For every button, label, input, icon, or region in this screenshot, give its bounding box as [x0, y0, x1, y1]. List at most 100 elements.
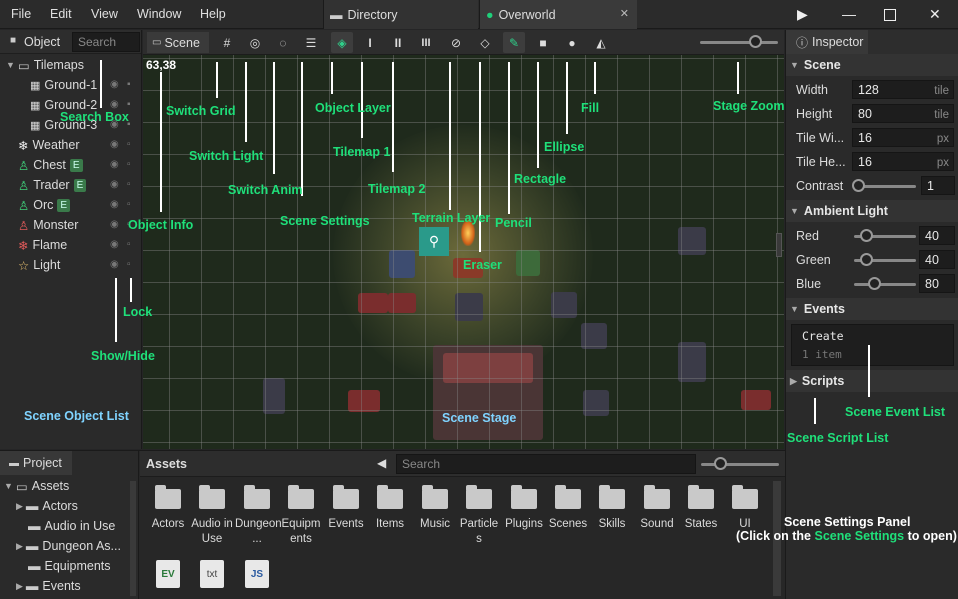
- tree-item-orc[interactable]: ♙ Orc E: [18, 195, 71, 215]
- asset-folder[interactable]: Equipm ents: [279, 485, 323, 547]
- eye-icon[interactable]: ◉: [110, 99, 119, 110]
- menu-file[interactable]: File: [11, 7, 31, 21]
- asset-folder[interactable]: UI: [723, 485, 767, 532]
- rectangle-button[interactable]: ■: [532, 32, 554, 53]
- height-field[interactable]: 80 tile: [852, 104, 954, 123]
- asset-folder[interactable]: Scenes: [546, 485, 590, 532]
- lock-icon[interactable]: ▫: [127, 179, 131, 190]
- section-scene[interactable]: ▼ Scene: [786, 54, 958, 76]
- section-ambient-light[interactable]: ▼ Ambient Light: [786, 200, 958, 222]
- script-file-icon[interactable]: JS: [245, 560, 269, 588]
- tile-width-field[interactable]: 16 px: [852, 128, 954, 147]
- lock-icon[interactable]: ▫: [127, 159, 131, 170]
- tab-scene[interactable]: ▭ Scene: [147, 32, 209, 53]
- section-events[interactable]: ▼ Events: [786, 298, 958, 320]
- search-input[interactable]: Search: [72, 32, 140, 52]
- window-close-icon[interactable]: ✕: [929, 6, 941, 23]
- menu-view[interactable]: View: [91, 7, 118, 21]
- scene-settings-button[interactable]: ☰: [300, 32, 322, 53]
- event-list[interactable]: Create 1 item: [791, 324, 954, 366]
- tree-item-tilemaps[interactable]: ▼ ▭ Tilemaps: [6, 55, 84, 75]
- tab-object[interactable]: Object: [24, 35, 60, 49]
- tree-item-light[interactable]: ☆ Light: [18, 255, 60, 275]
- minimize-icon[interactable]: —: [842, 6, 856, 22]
- switch-light-button[interactable]: ◎: [244, 32, 266, 53]
- tilemap-3-button[interactable]: III: [415, 32, 437, 53]
- asset-folder[interactable]: Sound: [635, 485, 679, 532]
- project-scrollbar[interactable]: [130, 481, 136, 596]
- asset-folder[interactable]: Audio in Use: [190, 485, 234, 547]
- ellipse-button[interactable]: ●: [561, 32, 583, 53]
- asset-folder[interactable]: Skills: [590, 485, 634, 532]
- section-scripts[interactable]: ▶ Scripts: [786, 370, 958, 392]
- eye-icon[interactable]: ◉: [110, 239, 119, 250]
- tree-item-chest[interactable]: ♙ Chest E: [18, 155, 83, 175]
- project-tree-assets[interactable]: ▼ ▭ Assets: [4, 476, 69, 496]
- asset-folder[interactable]: Music: [413, 485, 457, 532]
- asset-folder[interactable]: Dungeon ...: [235, 485, 282, 547]
- eye-icon[interactable]: ◉: [110, 139, 119, 150]
- lock-icon[interactable]: ▪: [127, 99, 131, 110]
- green-knob[interactable]: [860, 253, 873, 266]
- lock-icon[interactable]: ▫: [127, 259, 131, 270]
- map-pin-marker[interactable]: ⚲: [419, 227, 449, 256]
- blue-field[interactable]: 80: [919, 274, 955, 293]
- object-layer-button[interactable]: ◈: [331, 32, 353, 53]
- menu-edit[interactable]: Edit: [50, 7, 72, 21]
- event-item-create[interactable]: Create: [802, 329, 844, 343]
- tree-item-trader[interactable]: ♙ Trader E: [18, 175, 87, 195]
- text-file-icon[interactable]: txt: [200, 560, 224, 588]
- fill-button[interactable]: ◭: [590, 32, 612, 53]
- menu-help[interactable]: Help: [200, 7, 226, 21]
- lock-icon[interactable]: ▫: [127, 139, 131, 150]
- project-tree-dungeon[interactable]: ▶ ▬ Dungeon As...: [16, 536, 121, 556]
- eye-icon[interactable]: ◉: [110, 199, 119, 210]
- stage-zoom-knob[interactable]: [749, 35, 762, 48]
- menu-window[interactable]: Window: [137, 7, 181, 21]
- tab-directory[interactable]: ▬ Directory: [323, 0, 478, 29]
- project-tree-equipments[interactable]: ▬ Equipments: [28, 556, 111, 576]
- asset-folder[interactable]: States: [679, 485, 723, 532]
- blue-slider[interactable]: [854, 283, 916, 286]
- scroll-handle[interactable]: [776, 233, 782, 257]
- eye-icon[interactable]: ◉: [110, 159, 119, 170]
- asset-folder[interactable]: Items: [368, 485, 412, 532]
- asset-folder[interactable]: Plugins: [502, 485, 546, 532]
- maximize-icon[interactable]: [884, 9, 896, 21]
- tab-inspector[interactable]: ⓘ Inspector: [786, 30, 868, 54]
- tilemap-2-button[interactable]: II: [387, 32, 409, 53]
- pencil-button[interactable]: ✎: [503, 32, 525, 53]
- green-field[interactable]: 40: [919, 250, 955, 269]
- eye-icon[interactable]: ◉: [110, 79, 119, 90]
- asset-folder[interactable]: Actors: [146, 485, 190, 532]
- project-tree-actors[interactable]: ▶ ▬ Actors: [16, 496, 78, 516]
- asset-folder[interactable]: Particle s: [457, 485, 501, 547]
- switch-anim-button[interactable]: ◌: [272, 32, 294, 53]
- back-icon[interactable]: ◀: [377, 456, 386, 470]
- eye-icon[interactable]: ◉: [110, 259, 119, 270]
- tree-item-monster[interactable]: ♙ Monster: [18, 215, 78, 235]
- scene-stage[interactable]: ⚲ 63,38: [143, 55, 784, 449]
- tile-height-field[interactable]: 16 px: [852, 152, 954, 171]
- assets-search-input[interactable]: Search: [396, 454, 696, 474]
- stage-zoom-slider[interactable]: [700, 41, 778, 44]
- terrain-layer-button[interactable]: ⊘: [445, 32, 467, 53]
- width-field[interactable]: 128 tile: [852, 80, 954, 99]
- tab-project[interactable]: ▬ Project: [0, 451, 72, 475]
- asset-size-slider[interactable]: [701, 463, 779, 466]
- blue-knob[interactable]: [868, 277, 881, 290]
- red-field[interactable]: 40: [919, 226, 955, 245]
- tree-item-flame[interactable]: ❄ Flame: [18, 235, 67, 255]
- close-icon[interactable]: ✕: [620, 7, 629, 20]
- contrast-field[interactable]: 1: [921, 176, 955, 195]
- contrast-knob[interactable]: [852, 179, 865, 192]
- eye-icon[interactable]: ◉: [110, 179, 119, 190]
- play-icon[interactable]: ▶: [797, 6, 808, 23]
- tilemap-1-button[interactable]: I: [359, 32, 381, 53]
- lock-icon[interactable]: ▫: [127, 239, 131, 250]
- asset-size-knob[interactable]: [714, 457, 727, 470]
- eye-icon[interactable]: ◉: [110, 219, 119, 230]
- tab-overworld[interactable]: ● Overworld ✕: [479, 0, 637, 29]
- tree-item-weather[interactable]: ❄ Weather: [18, 135, 80, 155]
- switch-grid-button[interactable]: #: [216, 32, 238, 53]
